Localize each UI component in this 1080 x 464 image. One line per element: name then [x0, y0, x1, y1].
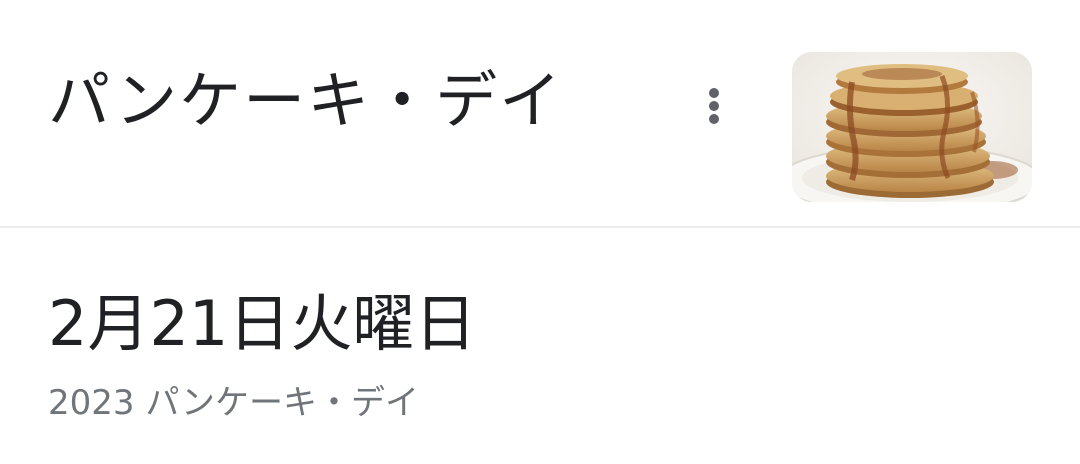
event-date: 2月21日火曜日 [48, 287, 477, 360]
more-options-button[interactable] [690, 80, 738, 132]
event-title: パンケーキ・デイ [48, 64, 564, 137]
event-card: パンケーキ・デイ 2月21日火曜日 2023 パンケーキ・デイ [0, 0, 1080, 464]
pancake-thumbnail[interactable] [792, 52, 1032, 202]
pancake-stack-image [792, 52, 1032, 202]
card-header: パンケーキ・デイ [0, 0, 1080, 226]
event-subtitle: 2023 パンケーキ・デイ [48, 383, 420, 423]
header-divider [0, 226, 1080, 228]
